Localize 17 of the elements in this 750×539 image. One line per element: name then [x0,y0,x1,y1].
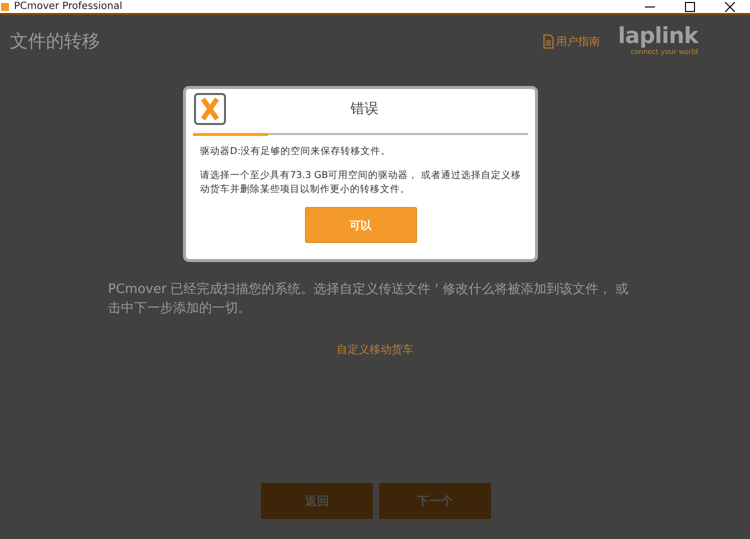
error-x-icon [194,93,226,125]
document-icon[interactable] [542,34,554,48]
dialog-title: 错误 [350,100,380,118]
ok-button[interactable]: 可以 [304,207,416,243]
maximize-icon[interactable] [685,2,695,12]
user-guide-link[interactable]: 用户指南 [556,34,600,48]
close-icon[interactable] [725,2,735,12]
window-title: PCmover Professional [14,0,124,13]
app-icon [0,2,10,12]
dialog-message: 驱动器D:没有足够的空间来保存转移文件。 [200,145,392,159]
next-button[interactable]: 下一个 [379,483,491,519]
custom-van-link[interactable]: 自定义移动货车 [336,343,414,356]
page-title: 文件的转移 [10,30,101,53]
dialog-message: 请选择一个至少具有73.3 GB可用空间的驱动器， 或者通过选择自定义移动货车并删除某些项目以制作更小的转移文件。 [200,169,522,197]
description-text: PCmover 已经完成扫描您的系统。选择自定义传送文件 ' 修改什么将被添加到该文件， 或击中下一步添加的一切。 [108,281,630,318]
logo-text: laplink [618,26,698,48]
back-button[interactable]: 返回 [261,483,373,519]
